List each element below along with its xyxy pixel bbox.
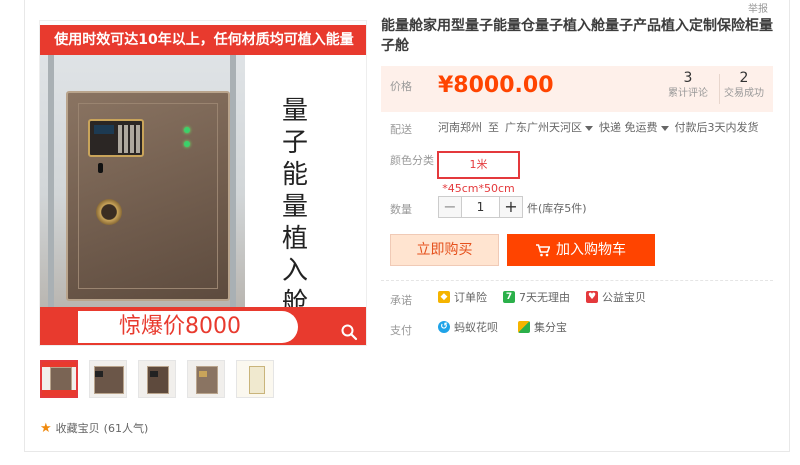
- chevron-down-icon: [585, 125, 593, 131]
- chevron-down-icon: [660, 125, 669, 131]
- thumbnail-2[interactable]: [89, 360, 127, 398]
- quantity-decrement-button[interactable]: −: [438, 196, 462, 218]
- ship-to-selector[interactable]: 广东广州天河区: [505, 119, 593, 135]
- payment-item-label: 集分宝: [534, 321, 567, 334]
- price-box: 价格 ¥8000.00 3 累计评论 2 交易成功: [381, 66, 773, 112]
- cart-icon: [536, 243, 550, 256]
- image-price-banner: 惊爆价8000: [40, 307, 366, 345]
- sku-option[interactable]: 1米*45cm*50cm: [437, 151, 520, 195]
- main-product-image[interactable]: 使用时效可达10年以上，任何材质均可植入能量 量子能量植入舱 惊爆价8000: [39, 20, 367, 346]
- deals-stat: 2 交易成功: [721, 69, 767, 101]
- promise-item-label: 7天无理由: [519, 291, 570, 304]
- sku-label: 颜色分类: [390, 154, 434, 167]
- side-text-panel: 量子能量植入舱: [245, 55, 366, 318]
- reviews-stat[interactable]: 3 累计评论: [665, 69, 711, 101]
- promise-label: 承诺: [390, 294, 412, 307]
- payment-jifenbao[interactable]: 集分宝: [518, 319, 567, 335]
- ship-to-prefix: 至: [488, 121, 499, 134]
- image-top-banner: 使用时效可达10年以上，任何材质均可植入能量: [40, 25, 366, 55]
- deals-count: 2: [739, 70, 749, 86]
- favorite-count: (61人气): [103, 422, 149, 435]
- favorite-label: 收藏宝贝: [55, 422, 100, 435]
- section-divider: [381, 280, 773, 281]
- favorite-button[interactable]: ★ 收藏宝贝 (61人气): [40, 420, 148, 436]
- thumbnail-4[interactable]: [187, 360, 225, 398]
- reviews-count: 3: [683, 70, 693, 86]
- promise-list: ◆ 订单险 7 7天无理由 ♥ 公益宝贝: [438, 289, 646, 305]
- payment-huabei[interactable]: ↺ 蚂蚁花呗: [438, 319, 498, 335]
- reviews-label: 累计评论: [668, 88, 708, 99]
- quantity-label: 数量: [390, 203, 412, 216]
- product-title: 能量舱家用型量子能量仓量子植入舱量子产品植入定制保险柜量子舱: [381, 18, 773, 54]
- promise-item-label: 订单险: [454, 291, 487, 304]
- ship-to: 广东广州天河区: [505, 121, 582, 134]
- led-indicator: [184, 127, 190, 133]
- safe-photo: [40, 55, 245, 307]
- price-banner-text: 惊爆价8000: [119, 314, 241, 339]
- promise-charity[interactable]: ♥ 公益宝贝: [586, 289, 646, 305]
- stock-text: 件(库存5件): [527, 202, 587, 215]
- payment-item-label: 蚂蚁花呗: [454, 321, 498, 334]
- jifenbao-icon: [518, 321, 530, 333]
- keyhole: [98, 163, 103, 173]
- price-label: 价格: [390, 80, 412, 93]
- promise-7day-return[interactable]: 7 7天无理由: [503, 289, 570, 305]
- window-bar: [48, 55, 54, 307]
- shipping-label: 配送: [390, 123, 412, 136]
- ship-note: 付款后3天内发货: [674, 121, 759, 134]
- star-icon: ★: [40, 420, 52, 436]
- deals-label: 交易成功: [724, 88, 764, 99]
- charity-heart-icon: ♥: [586, 291, 598, 303]
- safe-illustration: [66, 91, 230, 301]
- ship-method: 快递 免运费: [599, 121, 658, 134]
- thumbnail-5[interactable]: [236, 360, 274, 398]
- magnifier-icon[interactable]: [340, 323, 358, 341]
- ship-from: 河南郑州: [438, 121, 482, 134]
- price-value: ¥8000.00: [438, 73, 554, 98]
- price-banner-pill: 惊爆价8000: [118, 311, 298, 343]
- add-to-cart-label: 加入购物车: [556, 242, 626, 258]
- ship-method-selector[interactable]: 快递 免运费: [599, 119, 669, 135]
- insurance-icon: ◆: [438, 291, 450, 303]
- promise-insurance[interactable]: ◆ 订单险: [438, 289, 487, 305]
- add-to-cart-button[interactable]: 加入购物车: [507, 234, 655, 266]
- payment-list: ↺ 蚂蚁花呗 集分宝: [438, 319, 567, 335]
- huabei-icon: ↺: [438, 321, 450, 333]
- report-link[interactable]: 举报: [748, 0, 768, 15]
- thumbnail-strip: [40, 360, 274, 398]
- buy-now-button[interactable]: 立即购买: [390, 234, 499, 266]
- keypad: [88, 119, 144, 157]
- promise-item-label: 公益宝贝: [602, 291, 646, 304]
- stat-divider: [719, 74, 720, 104]
- side-vertical-text: 量子能量植入舱: [281, 96, 308, 318]
- led-indicator: [184, 141, 190, 147]
- quantity-increment-button[interactable]: +: [499, 196, 523, 218]
- shipping-info: 河南郑州 至 广东广州天河区 快递 免运费 付款后3天内发货: [438, 119, 759, 135]
- window-bar: [230, 55, 236, 307]
- thumbnail-1[interactable]: [40, 360, 78, 398]
- thumbnail-3[interactable]: [138, 360, 176, 398]
- quantity-input[interactable]: 1: [461, 196, 500, 218]
- dial-knob: [96, 199, 122, 225]
- payment-label: 支付: [390, 324, 412, 337]
- seven-day-icon: 7: [503, 291, 515, 303]
